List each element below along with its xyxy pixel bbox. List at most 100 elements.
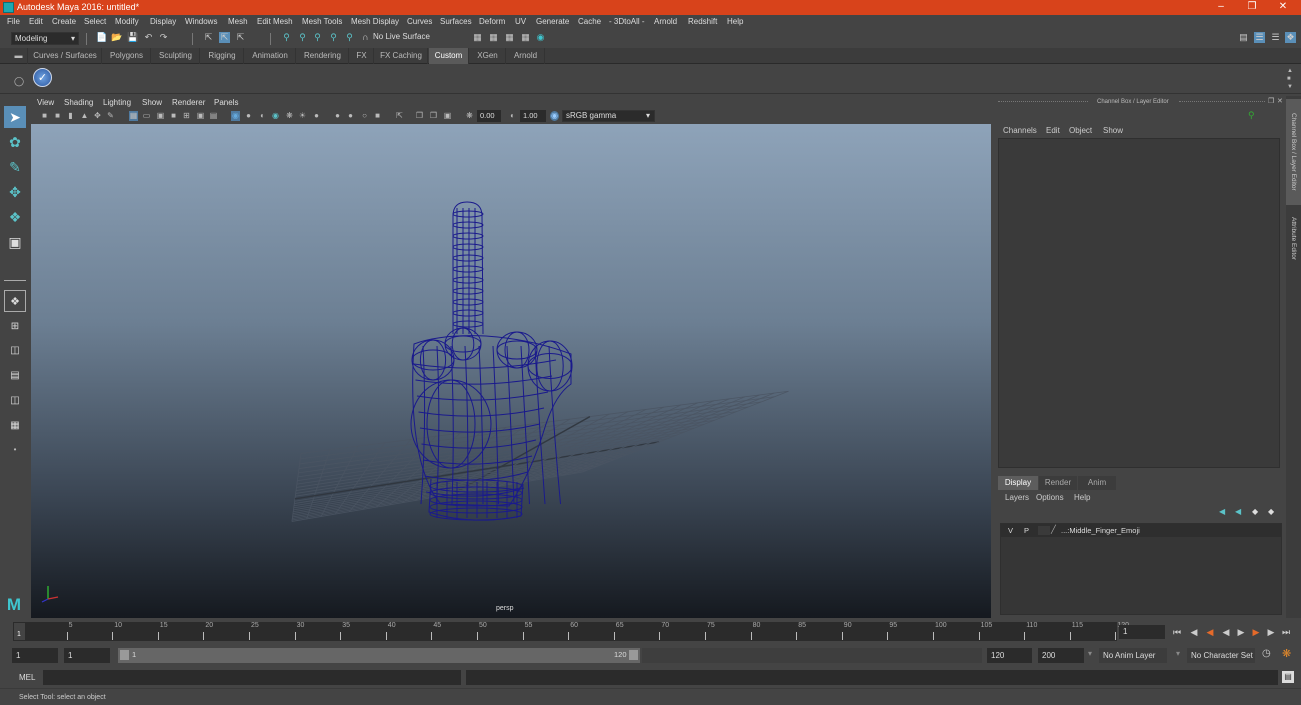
go-to-start-icon[interactable]: ⏮ [1171, 626, 1183, 638]
xray-joints-icon[interactable]: ❐ [415, 111, 424, 121]
lasso-tool-icon[interactable]: ✿ [4, 131, 26, 153]
snap-magnet-icon[interactable]: ∩ [360, 32, 371, 43]
persp-graph-layout-icon[interactable]: ▤ [4, 365, 26, 387]
color-space-dropdown[interactable]: sRGB gamma ▾ [562, 110, 655, 122]
shelf-tab-curves-surfaces[interactable]: Curves / Surfaces [29, 48, 102, 64]
menu-create[interactable]: Create [52, 17, 76, 26]
menu-uv[interactable]: UV [515, 17, 526, 26]
render-settings-icon[interactable]: ▦ [520, 32, 531, 43]
redo-icon[interactable]: ↷ [158, 32, 169, 43]
shelf-tab-polygons[interactable]: Polygons [103, 48, 151, 64]
render-view-icon[interactable]: ▦ [472, 32, 483, 43]
open-scene-icon[interactable]: 📂 [111, 32, 122, 43]
viewport-menu-show[interactable]: Show [142, 98, 162, 107]
menu-set-dropdown[interactable]: Modeling ▾ [11, 32, 79, 45]
step-forward-frame-icon[interactable]: ▶ [1265, 626, 1277, 638]
shelf-tab-arnold[interactable]: Arnold [507, 48, 545, 64]
exposure-field[interactable]: 0.00 [477, 110, 501, 122]
resolution-gate-icon[interactable]: ▣ [156, 111, 165, 121]
hypershade-icon[interactable]: ◉ [535, 32, 546, 43]
checkmark-shelf-icon[interactable]: ✓ [33, 68, 52, 87]
menu-cache[interactable]: Cache [578, 17, 601, 26]
step-back-key-icon[interactable]: ◀ [1204, 626, 1216, 638]
color-management-icon[interactable]: ◉ [550, 111, 559, 121]
drag-handle[interactable] [998, 101, 1088, 103]
layer-tab-anim[interactable]: Anim [1078, 476, 1116, 490]
animation-end-field[interactable]: 200 [1038, 648, 1084, 663]
wireframe-shading-icon[interactable]: ◉ [231, 111, 240, 121]
menu-mesh[interactable]: Mesh [228, 17, 248, 26]
snap-live-icon[interactable]: ⚲ [344, 32, 355, 43]
ambient-occlusion-icon[interactable]: ● [312, 111, 321, 121]
menu-modify[interactable]: Modify [115, 17, 139, 26]
bookmark-icon[interactable]: ▮ [66, 111, 75, 121]
smooth-shade-icon[interactable]: ● [244, 111, 253, 121]
select-hierarchy-icon[interactable]: ⇱ [203, 32, 214, 43]
menu-display[interactable]: Display [150, 17, 176, 26]
drag-handle[interactable] [1179, 101, 1265, 103]
layer-playback-toggle[interactable]: P [1024, 526, 1029, 535]
shelf-tab-animation[interactable]: Animation [245, 48, 296, 64]
rotate-tool-icon[interactable]: ❖ [4, 206, 26, 228]
script-editor-icon[interactable]: ▤ [1282, 671, 1294, 683]
shelf-tab-rigging[interactable]: Rigging [201, 48, 244, 64]
layer-name[interactable]: ...:Middle_Finger_Emoji [1061, 526, 1140, 535]
gamma-field[interactable]: 1.00 [520, 110, 546, 122]
live-surface-field[interactable]: No Live Surface [373, 32, 433, 44]
isolate-select-icon[interactable]: ■ [373, 111, 382, 121]
restore-button[interactable]: ❐ [1237, 0, 1267, 15]
layer-menu-layers[interactable]: Layers [1005, 493, 1029, 502]
channel-menu-object[interactable]: Object [1069, 126, 1092, 135]
motion-blur-icon[interactable]: ● [333, 111, 342, 121]
more-layouts-icon[interactable]: • [4, 439, 26, 461]
channel-menu-channels[interactable]: Channels [1003, 126, 1037, 135]
new-empty-layer-icon[interactable]: ◆ [1252, 507, 1258, 516]
channel-menu-edit[interactable]: Edit [1046, 126, 1060, 135]
play-backwards-icon[interactable]: ◀ [1220, 626, 1232, 638]
shelf-options-icon[interactable]: ▬ [10, 48, 28, 64]
shelf-tab-fx-caching[interactable]: FX Caching [375, 48, 428, 64]
ipr-render-icon[interactable]: ▦ [504, 32, 515, 43]
channel-box-toggle-icon[interactable]: ❖ [1285, 32, 1296, 43]
side-tab-attribute-editor[interactable]: Attribute Editor [1286, 208, 1301, 268]
grease-pencil-icon[interactable]: ✎ [106, 111, 115, 121]
image-plane-icon[interactable]: ▲ [80, 111, 89, 121]
undo-icon[interactable]: ↶ [143, 32, 154, 43]
menu-mesh-display[interactable]: Mesh Display [351, 17, 399, 26]
range-end-handle[interactable] [629, 650, 638, 660]
menu-generate[interactable]: Generate [536, 17, 569, 26]
channel-box-area[interactable] [998, 138, 1280, 468]
float-panel-icon[interactable]: ❐ [1268, 97, 1274, 105]
safe-action-icon[interactable]: ▣ [196, 111, 205, 121]
range-slider[interactable]: 1 120 [118, 648, 640, 663]
auto-key-icon[interactable]: ◷ [1262, 648, 1271, 659]
menu-surfaces[interactable]: Surfaces [440, 17, 472, 26]
film-gate-icon[interactable]: ▭ [142, 111, 151, 121]
channel-menu-show[interactable]: Show [1103, 126, 1123, 135]
shadows-icon[interactable]: ☀ [298, 111, 307, 121]
four-view-layout-icon[interactable]: ⊞ [4, 316, 26, 338]
select-tool-icon[interactable]: ➤ [4, 106, 26, 128]
animation-preferences-icon[interactable]: ❋ [1282, 647, 1291, 660]
gate-mask-icon[interactable]: ■ [169, 111, 178, 121]
move-layer-up-icon[interactable]: ◀ [1219, 507, 1225, 516]
render-current-icon[interactable]: ▦ [488, 32, 499, 43]
all-lights-icon[interactable]: ❋ [285, 111, 294, 121]
animation-start-field[interactable]: 1 [12, 648, 58, 663]
layer-row[interactable]: V P ╱ ...:Middle_Finger_Emoji [1001, 524, 1281, 537]
camera-attributes-icon[interactable]: ■ [53, 111, 62, 121]
xray-icon[interactable]: ⇱ [395, 111, 404, 121]
snap-view-plane-icon[interactable]: ⚲ [328, 32, 339, 43]
viewport-menu-shading[interactable]: Shading [64, 98, 93, 107]
move-layer-down-icon[interactable]: ◀ [1235, 507, 1241, 516]
layer-tab-display[interactable]: Display [998, 476, 1038, 490]
new-scene-icon[interactable]: 📄 [96, 32, 107, 43]
snap-grid-icon[interactable]: ⚲ [281, 32, 292, 43]
textured-icon[interactable]: ◉ [271, 111, 280, 121]
persp-outliner-layout-icon[interactable]: ◫ [4, 340, 26, 362]
viewport-menu-panels[interactable]: Panels [214, 98, 238, 107]
menu-file[interactable]: File [7, 17, 20, 26]
scale-tool-icon[interactable]: ▣ [4, 231, 26, 253]
shelf-tab-fx[interactable]: FX [350, 48, 374, 64]
menu-redshift[interactable]: Redshift [688, 17, 717, 26]
